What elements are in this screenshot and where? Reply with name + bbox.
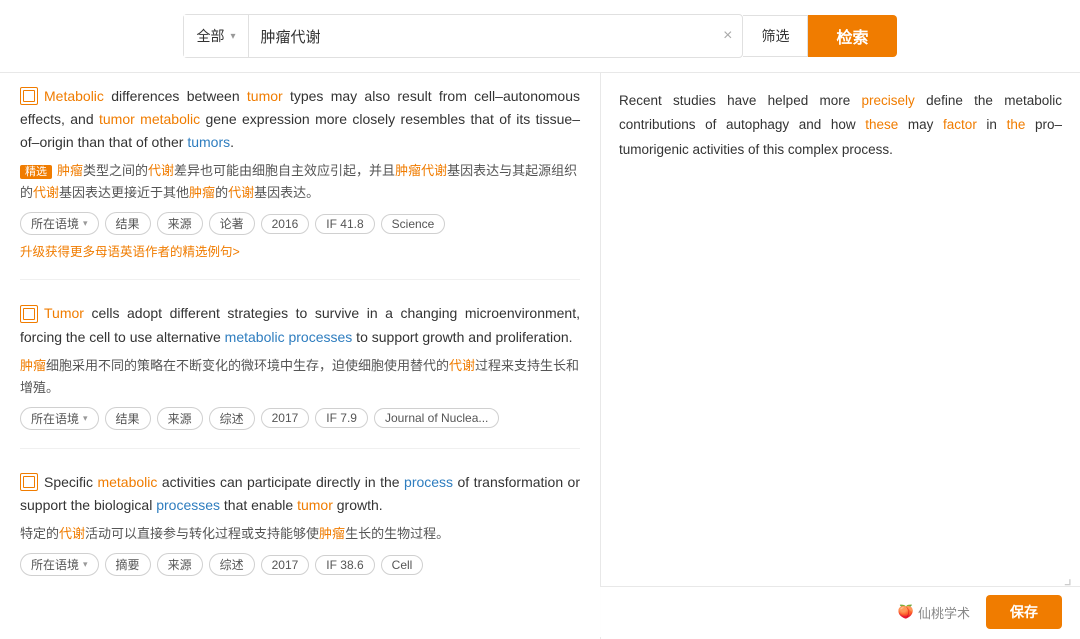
search-category-dropdown[interactable]: 全部 ▾ [184, 15, 248, 57]
tag-source[interactable]: 来源 [157, 407, 203, 430]
result-en-text: Tumor cells adopt different strategies t… [20, 302, 580, 348]
result-en-text: Metabolic differences between tumor type… [20, 85, 580, 154]
en-word-metabolic: Metabolic [44, 88, 104, 104]
en-word-metabolic3: metabolic [97, 474, 157, 490]
tag-year[interactable]: 2017 [261, 408, 310, 428]
upgrade-link[interactable]: 升级获得更多母语英语作者的精选例句> [20, 235, 580, 261]
search-bar-container: 全部 ▾ × 筛选 检索 [0, 0, 1080, 73]
en-word-tumor2: Tumor [44, 305, 84, 321]
search-bar: 全部 ▾ × [183, 14, 743, 58]
en-word-tumors: tumors [187, 134, 230, 150]
tag-journal[interactable]: Science [381, 214, 446, 234]
tag-result[interactable]: 结果 [105, 407, 151, 430]
tag-journal[interactable]: Journal of Nuclea... [374, 408, 499, 428]
watermark-label: 仙桃学术 [918, 603, 970, 622]
chevron-down-icon: ▾ [230, 31, 235, 42]
en-word-metabolic-processes: metabolic processes [225, 329, 353, 345]
search-button[interactable]: 检索 [808, 15, 896, 57]
en-word-tumor3: tumor [297, 497, 333, 513]
tag-context[interactable]: 所在语境▾ [20, 212, 99, 235]
cn-label-badge: 精选 [20, 165, 52, 179]
left-panel: Metabolic differences between tumor type… [0, 73, 600, 639]
result-cn-text: 特定的代谢活动可以直接参与转化过程或支持能够使肿瘤生长的生物过程。 [20, 523, 580, 545]
tag-row: 所在语境▾ 摘要 来源 综述 2017 IF 38.6 Cell [20, 553, 580, 576]
result-icon [20, 473, 38, 491]
watermark: 🍑 仙桃学术 [898, 603, 970, 622]
result-item: Metabolic differences between tumor type… [20, 85, 580, 280]
clear-icon[interactable]: × [713, 15, 742, 57]
tag-context[interactable]: 所在语境▾ [20, 407, 99, 430]
en-word-tumor: tumor [247, 88, 283, 104]
tag-year[interactable]: 2016 [261, 214, 310, 234]
result-cn-text: 精选肿瘤类型之间的代谢差异也可能由细胞自主效应引起，并且肿瘤代谢基因表达与其起源… [20, 160, 580, 204]
save-button[interactable]: 保存 [986, 595, 1062, 629]
tag-source[interactable]: 来源 [157, 212, 203, 235]
tag-if[interactable]: IF 7.9 [315, 408, 368, 428]
tag-type[interactable]: 综述 [209, 553, 255, 576]
bottom-bar: 🍑 仙桃学术 保存 [600, 586, 1080, 637]
en-word-processes: processes [156, 497, 220, 513]
tag-journal[interactable]: Cell [381, 555, 424, 575]
result-en-text: Specific metabolic activities can partic… [20, 471, 580, 517]
search-category-label: 全部 [196, 26, 224, 46]
result-item: Tumor cells adopt different strategies t… [20, 302, 580, 448]
search-input[interactable] [249, 15, 714, 57]
result-cn-text: 肿瘤细胞采用不同的策略在不断变化的微环境中生存，迫使细胞使用替代的代谢过程来支持… [20, 355, 580, 399]
filter-button[interactable]: 筛选 [743, 15, 808, 57]
tag-source[interactable]: 来源 [157, 553, 203, 576]
tag-type[interactable]: 综述 [209, 407, 255, 430]
tag-if[interactable]: IF 41.8 [315, 214, 374, 234]
result-item: Specific metabolic activities can partic… [20, 471, 580, 594]
tag-abstract[interactable]: 摘要 [105, 553, 151, 576]
tag-type[interactable]: 论著 [209, 212, 255, 235]
result-icon [20, 87, 38, 105]
main-layout: Metabolic differences between tumor type… [0, 73, 1080, 639]
tag-row: 所在语境▾ 结果 来源 论著 2016 IF 41.8 Science [20, 212, 580, 235]
watermark-icon: 🍑 [898, 604, 914, 620]
tag-context[interactable]: 所在语境▾ [20, 553, 99, 576]
tag-row: 所在语境▾ 结果 来源 综述 2017 IF 7.9 Journal of Nu… [20, 407, 580, 430]
preview-text: Recent studies have helped more precisel… [619, 89, 1062, 162]
tag-if[interactable]: IF 38.6 [315, 555, 374, 575]
en-word-tumor-metabolic: tumor metabolic [99, 111, 200, 127]
tag-result[interactable]: 结果 [105, 212, 151, 235]
tag-year[interactable]: 2017 [261, 555, 310, 575]
en-word-process: process [404, 474, 453, 490]
result-icon [20, 305, 38, 323]
right-panel: Recent studies have helped more precisel… [600, 73, 1080, 639]
